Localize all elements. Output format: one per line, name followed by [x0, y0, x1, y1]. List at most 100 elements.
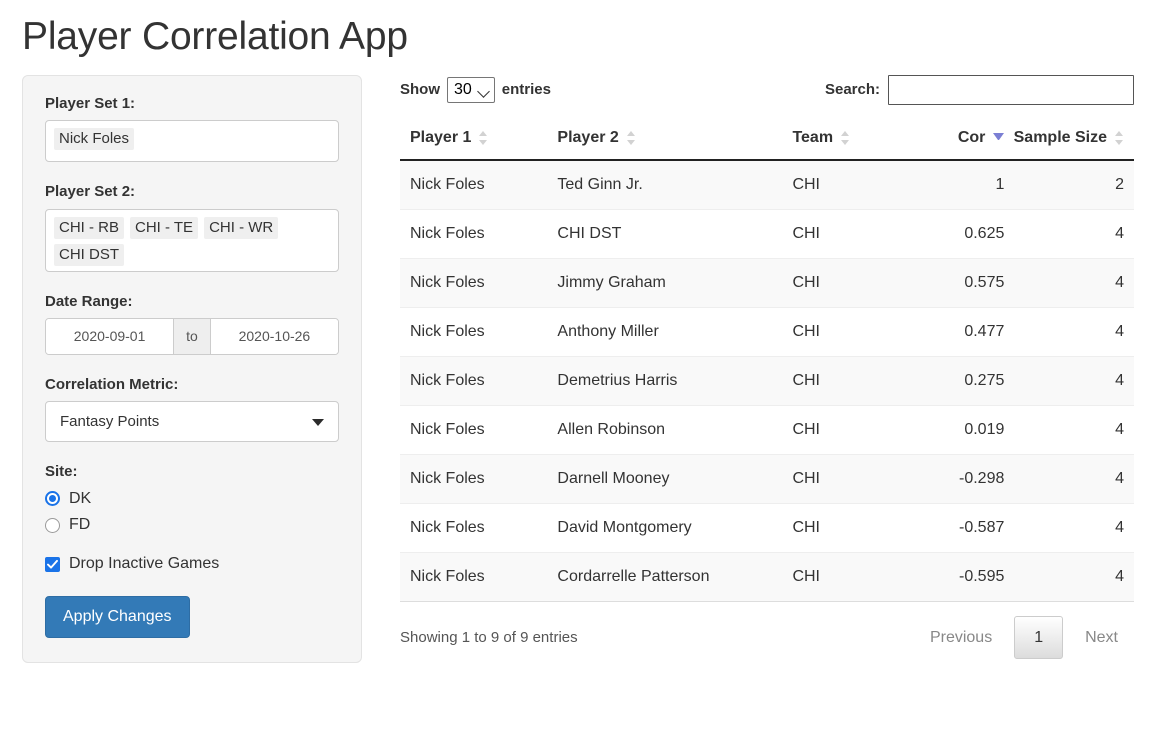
- cell-team: CHI: [782, 306, 891, 357]
- radio-dk-label: DK: [69, 489, 92, 507]
- results-main: Show 30 entries Search: Player 1 Player 2…: [362, 74, 1134, 660]
- cell-cor: 0.019: [890, 404, 1015, 455]
- player-set-1-input[interactable]: Nick Foles: [45, 120, 339, 163]
- column-header-label: Team: [792, 128, 834, 146]
- cell-player1: Nick Foles: [400, 551, 548, 602]
- cell-player1: Nick Foles: [400, 159, 548, 210]
- radio-fd-label: FD: [69, 516, 91, 534]
- table-row[interactable]: Nick Foles Darnell Mooney CHI -0.298 4: [400, 453, 1134, 504]
- correlation-table: Player 1 Player 2 Team Cor Sample Size Nick …: [400, 128, 1134, 602]
- column-header-player-2[interactable]: Player 2: [547, 128, 783, 161]
- player-set-2-token[interactable]: CHI - TE: [130, 216, 199, 239]
- cell-player1: Nick Foles: [400, 404, 548, 455]
- column-header-team[interactable]: Team: [782, 128, 891, 161]
- cell-cor: -0.298: [890, 453, 1015, 504]
- page-length-control: Show 30 entries: [400, 76, 551, 103]
- radio-site-dk[interactable]: DK: [45, 489, 339, 510]
- table-row[interactable]: Nick Foles Cordarrelle Patterson CHI -0.595…: [400, 551, 1134, 602]
- page-title: Player Correlation App: [22, 15, 408, 58]
- sort-both-icon: [626, 130, 636, 146]
- page-length-select[interactable]: 30: [447, 76, 495, 103]
- correlation-metric-select[interactable]: Fantasy Points: [45, 401, 339, 443]
- search-control: Search:: [824, 74, 1134, 105]
- column-header-inner: Player 2: [557, 129, 772, 147]
- cell-team: CHI: [782, 208, 891, 259]
- cell-cor: 0.477: [890, 306, 1015, 357]
- cell-cor: -0.587: [890, 502, 1015, 553]
- checkbox-drop-inactive-games[interactable]: Drop Inactive Games: [45, 554, 339, 575]
- cell-sample-size: 4: [1014, 306, 1134, 357]
- controls-sidebar: Player Set 1: Nick Foles Player Set 2: C…: [22, 74, 362, 663]
- cell-player1: Nick Foles: [400, 306, 548, 357]
- cell-cor: 1: [890, 159, 1015, 210]
- table-row[interactable]: Nick Foles Anthony Miller CHI 0.477 4: [400, 306, 1134, 357]
- player-set-2-token[interactable]: CHI - RB: [54, 216, 124, 239]
- cell-cor: -0.595: [890, 551, 1015, 602]
- apply-changes-button[interactable]: Apply Changes: [45, 595, 190, 638]
- cell-sample-size: 2: [1014, 159, 1134, 210]
- pagination: Previous 1 Next: [914, 615, 1134, 660]
- cell-sample-size: 4: [1014, 551, 1134, 602]
- cell-player1: Nick Foles: [400, 257, 548, 308]
- radio-site-fd[interactable]: FD: [45, 515, 339, 536]
- cell-sample-size: 4: [1014, 404, 1134, 455]
- search-input[interactable]: [888, 74, 1134, 105]
- player-set-2-token[interactable]: CHI - WR: [204, 216, 279, 239]
- pagination-page-1[interactable]: 1: [1014, 615, 1064, 660]
- player-set-1-label: Player Set 1:: [45, 94, 136, 112]
- column-header-inner: Player 1: [410, 129, 537, 147]
- column-header-cor[interactable]: Cor: [890, 128, 1015, 161]
- drop-inactive-games-label: Drop Inactive Games: [69, 555, 220, 573]
- show-label: Show: [400, 81, 440, 99]
- cell-cor: 0.575: [890, 257, 1015, 308]
- pagination-next[interactable]: Next: [1069, 620, 1134, 655]
- column-header-label: Sample Size: [1013, 128, 1107, 146]
- table-footer: Showing 1 to 9 of 9 entries Previous 1 N…: [400, 615, 1134, 660]
- cell-player2: Ted Ginn Jr.: [547, 159, 783, 210]
- table-row[interactable]: Nick Foles Ted Ginn Jr. CHI 1 2: [400, 159, 1134, 210]
- chevron-down-icon: [312, 418, 324, 426]
- site-label: Site:: [45, 463, 78, 481]
- sort-both-icon: [841, 130, 850, 146]
- table-row[interactable]: Nick Foles Jimmy Graham CHI 0.575 4: [400, 257, 1134, 308]
- page-length-value: 30: [454, 80, 472, 98]
- table-row[interactable]: Nick Foles David Montgomery CHI -0.587 4: [400, 502, 1134, 553]
- cell-player2: CHI DST: [547, 208, 783, 259]
- entries-label: entries: [501, 81, 551, 99]
- table-info: Showing 1 to 9 of 9 entries: [400, 628, 578, 646]
- table-body: Nick Foles Ted Ginn Jr. CHI 1 2 Nick Foles CHI…: [400, 159, 1134, 602]
- date-end-input[interactable]: [210, 319, 338, 354]
- correlation-metric-label: Correlation Metric:: [45, 375, 179, 393]
- cell-sample-size: 4: [1014, 502, 1134, 553]
- search-label: Search:: [824, 81, 880, 99]
- date-range-separator: to: [173, 319, 211, 354]
- cell-team: CHI: [782, 159, 891, 210]
- player-set-2-token[interactable]: CHI DST: [54, 243, 124, 266]
- cell-player1: Nick Foles: [400, 208, 548, 259]
- player-set-1-token[interactable]: Nick Foles: [54, 128, 135, 151]
- column-header-inner: Team: [792, 129, 880, 147]
- sort-both-icon: [1115, 130, 1124, 146]
- cell-player1: Nick Foles: [400, 355, 548, 406]
- column-header-player-1[interactable]: Player 1: [400, 128, 548, 161]
- pagination-previous[interactable]: Previous: [914, 620, 1008, 655]
- cell-cor: 0.625: [890, 208, 1015, 259]
- cell-player2: Anthony Miller: [547, 306, 783, 357]
- table-row[interactable]: Nick Foles Allen Robinson CHI 0.019 4: [400, 404, 1134, 455]
- checkmark-icon: [45, 557, 60, 573]
- cell-team: CHI: [782, 355, 891, 406]
- radio-dk-icon: [45, 491, 60, 507]
- cell-player2: David Montgomery: [547, 502, 783, 553]
- sort-descending-icon: [993, 133, 1005, 141]
- app-layout: Player Set 1: Nick Foles Player Set 2: C…: [0, 59, 1156, 663]
- cell-player2: Darnell Mooney: [547, 453, 783, 504]
- column-header-sample-size[interactable]: Sample Size: [1013, 128, 1134, 161]
- cell-player2: Demetrius Harris: [547, 355, 783, 406]
- cell-team: CHI: [782, 453, 891, 504]
- cell-sample-size: 4: [1014, 355, 1134, 406]
- date-start-input[interactable]: [46, 319, 174, 354]
- table-row[interactable]: Nick Foles Demetrius Harris CHI 0.275 4: [400, 355, 1134, 406]
- table-row[interactable]: Nick Foles CHI DST CHI 0.625 4: [400, 208, 1134, 259]
- player-set-2-input[interactable]: CHI - RB CHI - TE CHI - WR CHI DST: [45, 208, 339, 272]
- radio-fd-icon: [45, 518, 60, 534]
